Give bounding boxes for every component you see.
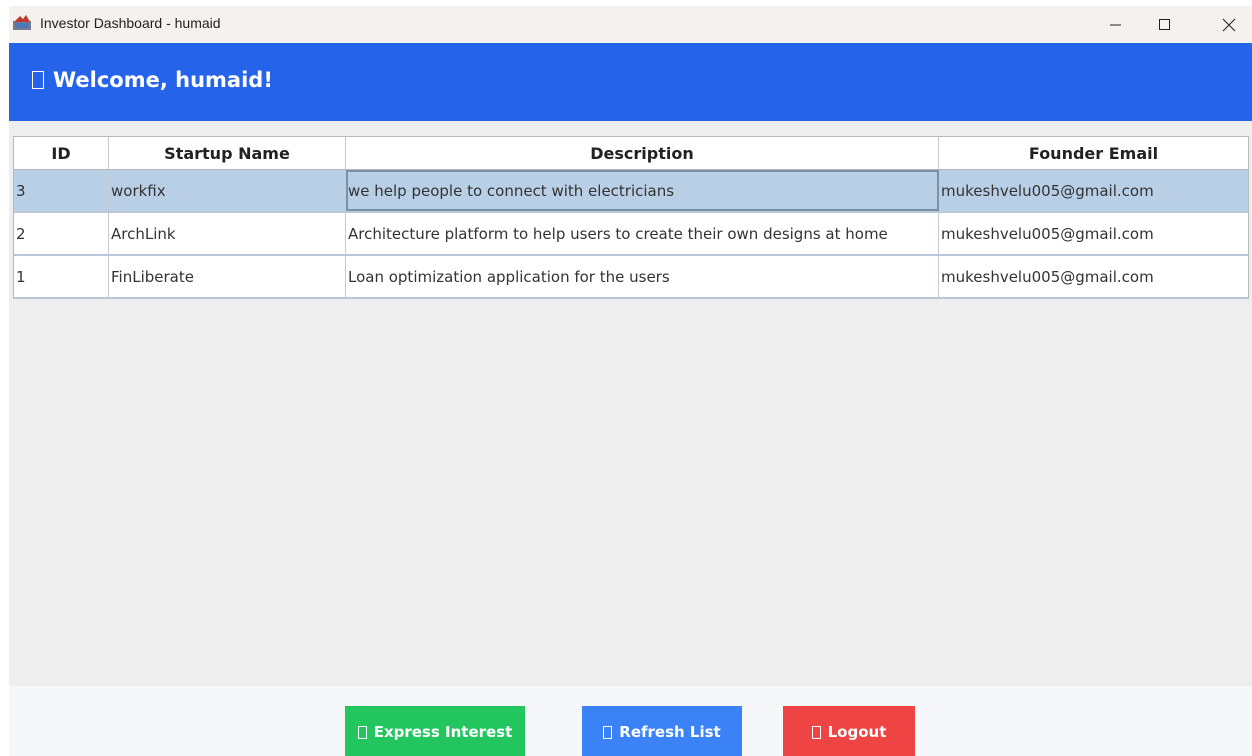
missing-glyph-icon xyxy=(603,725,613,739)
column-header-description[interactable]: Description xyxy=(346,137,939,169)
action-bar: Express Interest Refresh List Logout xyxy=(9,686,1252,756)
cell-startup-name[interactable]: ArchLink xyxy=(109,213,346,254)
column-header-founder-email[interactable]: Founder Email xyxy=(939,137,1248,169)
maximize-icon xyxy=(1159,18,1170,30)
cell-startup-name[interactable]: FinLiberate xyxy=(109,256,346,297)
welcome-header: Welcome, humaid! xyxy=(9,43,1252,121)
title-bar[interactable]: Investor Dashboard - humaid xyxy=(9,6,1252,43)
column-header-id[interactable]: ID xyxy=(14,137,109,169)
cell-founder-email[interactable]: mukeshvelu005@gmail.com xyxy=(939,256,1248,297)
window-title: Investor Dashboard - humaid xyxy=(40,15,221,31)
maximize-button[interactable] xyxy=(1142,6,1188,43)
logout-label: Logout xyxy=(827,723,887,741)
table-row[interactable]: 1 FinLiberate Loan optimization applicat… xyxy=(13,256,1249,299)
express-interest-button[interactable]: Express Interest xyxy=(345,706,525,756)
welcome-title: Welcome, humaid! xyxy=(32,68,273,92)
close-icon xyxy=(1222,18,1236,31)
table-row[interactable]: 3 workfix we help people to connect with… xyxy=(13,170,1249,213)
close-button[interactable] xyxy=(1206,6,1252,43)
express-interest-label: Express Interest xyxy=(373,723,513,741)
cell-id[interactable]: 3 xyxy=(14,170,109,211)
missing-glyph-icon xyxy=(811,725,821,739)
missing-glyph-icon xyxy=(357,725,367,739)
minimize-icon xyxy=(1110,24,1121,25)
refresh-list-label: Refresh List xyxy=(619,723,721,741)
missing-glyph-icon xyxy=(32,71,44,89)
cell-description[interactable]: Loan optimization application for the us… xyxy=(346,256,939,297)
logout-button[interactable]: Logout xyxy=(783,706,915,756)
minimize-button[interactable] xyxy=(1093,6,1139,43)
cell-id[interactable]: 2 xyxy=(14,213,109,254)
cell-founder-email[interactable]: mukeshvelu005@gmail.com xyxy=(939,170,1248,211)
welcome-text: Welcome, humaid! xyxy=(53,68,273,92)
refresh-list-button[interactable]: Refresh List xyxy=(582,706,742,756)
app-icon xyxy=(12,13,32,31)
table-header: ID Startup Name Description Founder Emai… xyxy=(13,136,1249,170)
cell-founder-email[interactable]: mukeshvelu005@gmail.com xyxy=(939,213,1248,254)
cell-startup-name[interactable]: workfix xyxy=(109,170,346,211)
cell-description[interactable]: Architecture platform to help users to c… xyxy=(346,213,939,254)
column-header-startup-name[interactable]: Startup Name xyxy=(109,137,346,169)
cell-description[interactable]: we help people to connect with electrici… xyxy=(346,170,939,211)
table-row[interactable]: 2 ArchLink Architecture platform to help… xyxy=(13,213,1249,256)
cell-id[interactable]: 1 xyxy=(14,256,109,297)
investor-dashboard-window: Investor Dashboard - humaid Welcome, hum… xyxy=(9,6,1252,756)
